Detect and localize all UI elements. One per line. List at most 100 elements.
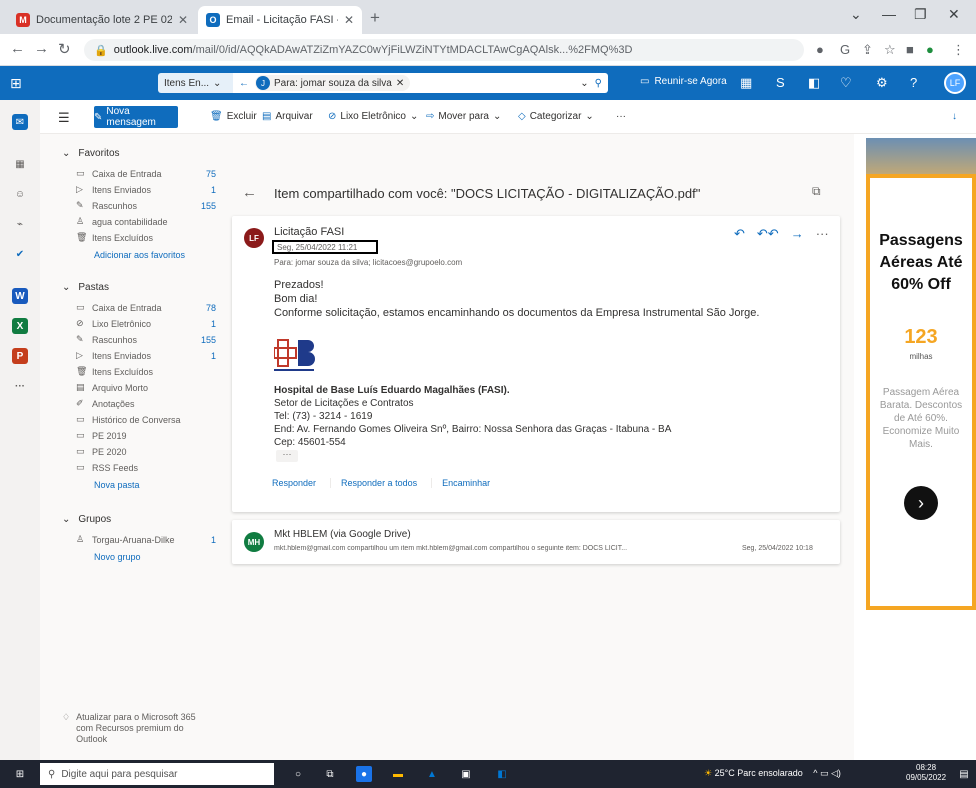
excel-icon[interactable]: X <box>12 318 28 334</box>
more-actions-button[interactable]: ··· <box>616 111 626 122</box>
new-folder-link[interactable]: Nova pasta <box>94 480 140 490</box>
reply-icon[interactable]: ↶ <box>734 226 745 242</box>
folder-item[interactable]: ▭ Histórico de Conversa <box>76 414 216 425</box>
folder-item[interactable]: ⊘ Lixo Eletrônico 1 <box>76 318 216 329</box>
show-quoted-button[interactable]: ··· <box>276 450 298 462</box>
maximize-icon[interactable]: ❐ <box>914 6 927 23</box>
chevron-down-icon[interactable]: ⌄ <box>850 6 862 23</box>
close-icon[interactable]: ✕ <box>344 13 354 27</box>
folder-item[interactable]: ✎ Rascunhos 155 <box>76 200 216 211</box>
cortana-icon[interactable]: ○ <box>290 766 306 782</box>
forward-icon[interactable]: → <box>791 226 804 242</box>
group-item[interactable]: ♙ Torgau-Aruana-Dilke 1 <box>76 534 216 545</box>
folder-item[interactable]: ▷ Itens Enviados 1 <box>76 350 216 361</box>
back-arrow-icon[interactable]: ← <box>242 184 257 201</box>
word-icon[interactable]: W <box>12 288 28 304</box>
task-view-icon[interactable]: ⧉ <box>322 766 338 782</box>
new-tab-icon[interactable]: + <box>370 8 380 28</box>
close-icon[interactable]: ✕ <box>178 13 188 27</box>
back-arrow-icon[interactable]: ← <box>239 78 249 89</box>
avatar[interactable]: LF <box>944 72 966 94</box>
powerpoint-icon[interactable]: P <box>12 348 28 364</box>
folders-header[interactable]: ⌄ Pastas <box>62 282 109 293</box>
meet-now-button[interactable]: ▭ Reunir-se Agora <box>640 76 727 87</box>
people-icon[interactable]: ☺ <box>12 186 28 202</box>
delete-button[interactable]: 🗑 Excluir <box>210 111 257 122</box>
categorize-button[interactable]: ◇ Categorizar ⌄ <box>518 111 594 122</box>
menu-icon[interactable]: ⋮ <box>952 42 965 58</box>
taskbar-search-input[interactable]: ⚲ Digite aqui para pesquisar <box>40 763 274 785</box>
forward-icon[interactable]: → <box>34 40 49 57</box>
close-icon[interactable]: ✕ <box>396 78 404 89</box>
weather-widget[interactable]: ☀ 25°C Parc ensolarado ^ ▭ ◁) <box>704 768 841 779</box>
email-message-collapsed[interactable]: MH Mkt HBLEM (via Google Drive) mkt.hble… <box>232 520 840 564</box>
new-group-link[interactable]: Novo grupo <box>94 552 141 562</box>
browser-tab-outlook[interactable]: O Email - Licitação FASI - Outlook ✕ <box>198 6 362 34</box>
profile-icon[interactable]: ● <box>926 42 934 57</box>
window-close-icon[interactable]: ✕ <box>948 6 960 23</box>
folder-item[interactable]: ▭ Caixa de Entrada 78 <box>76 302 216 313</box>
search-chip[interactable]: J Para: jomar souza da silva ✕ <box>255 75 411 91</box>
ad-banner[interactable]: Passagens Aéreas Até 60% Off 123 milhas … <box>866 138 976 610</box>
notification-icon[interactable]: ▤ <box>956 766 972 782</box>
search-scope-dropdown[interactable]: Itens En... ⌄ <box>158 73 233 93</box>
calendar-icon[interactable]: ▦ <box>12 156 28 172</box>
feedback-icon[interactable]: ♡ <box>840 75 852 91</box>
hamburger-icon[interactable]: ☰ <box>58 110 70 126</box>
mail-icon[interactable]: ✉ <box>12 114 28 130</box>
folder-item[interactable]: ▭ RSS Feeds <box>76 462 216 473</box>
windows-start-icon[interactable]: ⊞ <box>12 766 28 782</box>
outlook-taskbar-icon[interactable]: ◧ <box>494 766 510 782</box>
junk-button[interactable]: ⊘ Lixo Eletrônico ⌄ <box>328 111 418 122</box>
popout-icon[interactable]: ⧉ <box>812 184 821 199</box>
extensions-icon[interactable]: ■ <box>906 42 914 57</box>
todo-icon[interactable]: ✔ <box>12 246 28 262</box>
help-icon[interactable]: ? <box>910 75 917 90</box>
archive-button[interactable]: ▤ Arquivar <box>262 111 313 122</box>
translate-icon[interactable]: G <box>840 42 850 57</box>
folder-item[interactable]: ▷ Itens Enviados 1 <box>76 184 216 195</box>
more-icon[interactable]: ··· <box>816 226 829 242</box>
groups-header[interactable]: ⌄ Grupos <box>62 514 111 525</box>
reply-all-button[interactable]: Responder a todos <box>331 478 433 488</box>
star-icon[interactable]: ☆ <box>884 42 896 58</box>
reply-button[interactable]: Responder <box>262 478 332 488</box>
chrome-icon[interactable]: ● <box>356 766 372 782</box>
file-explorer-icon[interactable]: ▬ <box>390 766 406 782</box>
forward-button[interactable]: Encaminhar <box>432 478 504 488</box>
browser-tab-documentacao[interactable]: M Documentação lote 2 PE 022/2022 ✕ <box>8 6 196 34</box>
minimize-icon[interactable]: — <box>882 6 896 22</box>
folder-item[interactable]: ✎ Rascunhos 155 <box>76 334 216 345</box>
office-icon[interactable]: ◧ <box>808 75 820 91</box>
app-launcher-icon[interactable]: ⊞ <box>10 75 22 92</box>
skype-icon[interactable]: S <box>776 75 785 90</box>
share-icon[interactable]: ⇪ <box>862 42 873 58</box>
folder-item[interactable]: 🗑 Itens Excluídos <box>76 232 216 243</box>
folder-item[interactable]: ▭ Caixa de Entrada 75 <box>76 168 216 179</box>
url-field[interactable]: 🔒 outlook.live.com /mail/0/id/AQQkADAwAT… <box>84 39 804 61</box>
attachment-icon[interactable]: ⌁ <box>12 216 28 232</box>
more-apps-icon[interactable]: ··· <box>12 378 28 394</box>
search-icon[interactable]: ⚲ <box>595 78 602 89</box>
key-icon[interactable]: ● <box>816 42 824 57</box>
folder-item[interactable]: ♙ agua contabilidade <box>76 216 216 227</box>
calendar-icon[interactable]: ▦ <box>740 75 752 91</box>
move-button[interactable]: ⇨ Mover para ⌄ <box>426 111 501 122</box>
sender-name[interactable]: Licitação FASI <box>274 226 344 238</box>
reply-all-icon[interactable]: ↶↶ <box>757 226 779 242</box>
app-icon[interactable]: ▣ <box>458 766 474 782</box>
gear-icon[interactable]: ⚙ <box>876 75 888 91</box>
folder-item[interactable]: ▤ Arquivo Morto <box>76 382 216 393</box>
folder-item[interactable]: ✐ Anotações <box>76 398 216 409</box>
chevron-down-icon[interactable]: ⌄ <box>580 78 588 89</box>
store-icon[interactable]: ▲ <box>424 766 440 782</box>
folder-item[interactable]: 🗑 Itens Excluídos <box>76 366 216 377</box>
folder-item[interactable]: ▭ PE 2019 <box>76 430 216 441</box>
new-message-button[interactable]: ✎ Nova mensagem <box>94 106 178 128</box>
clock[interactable]: 08:28 09/05/2022 <box>906 763 946 783</box>
upgrade-promo[interactable]: ♢ Atualizar para o Microsoft 365 com Rec… <box>62 712 212 745</box>
reload-icon[interactable]: ↻ <box>58 40 71 58</box>
download-icon[interactable]: ↓ <box>952 111 957 122</box>
search-input[interactable]: ← J Para: jomar souza da silva ✕ ⌄ ⚲ <box>233 73 608 93</box>
back-icon[interactable]: ← <box>10 40 25 57</box>
